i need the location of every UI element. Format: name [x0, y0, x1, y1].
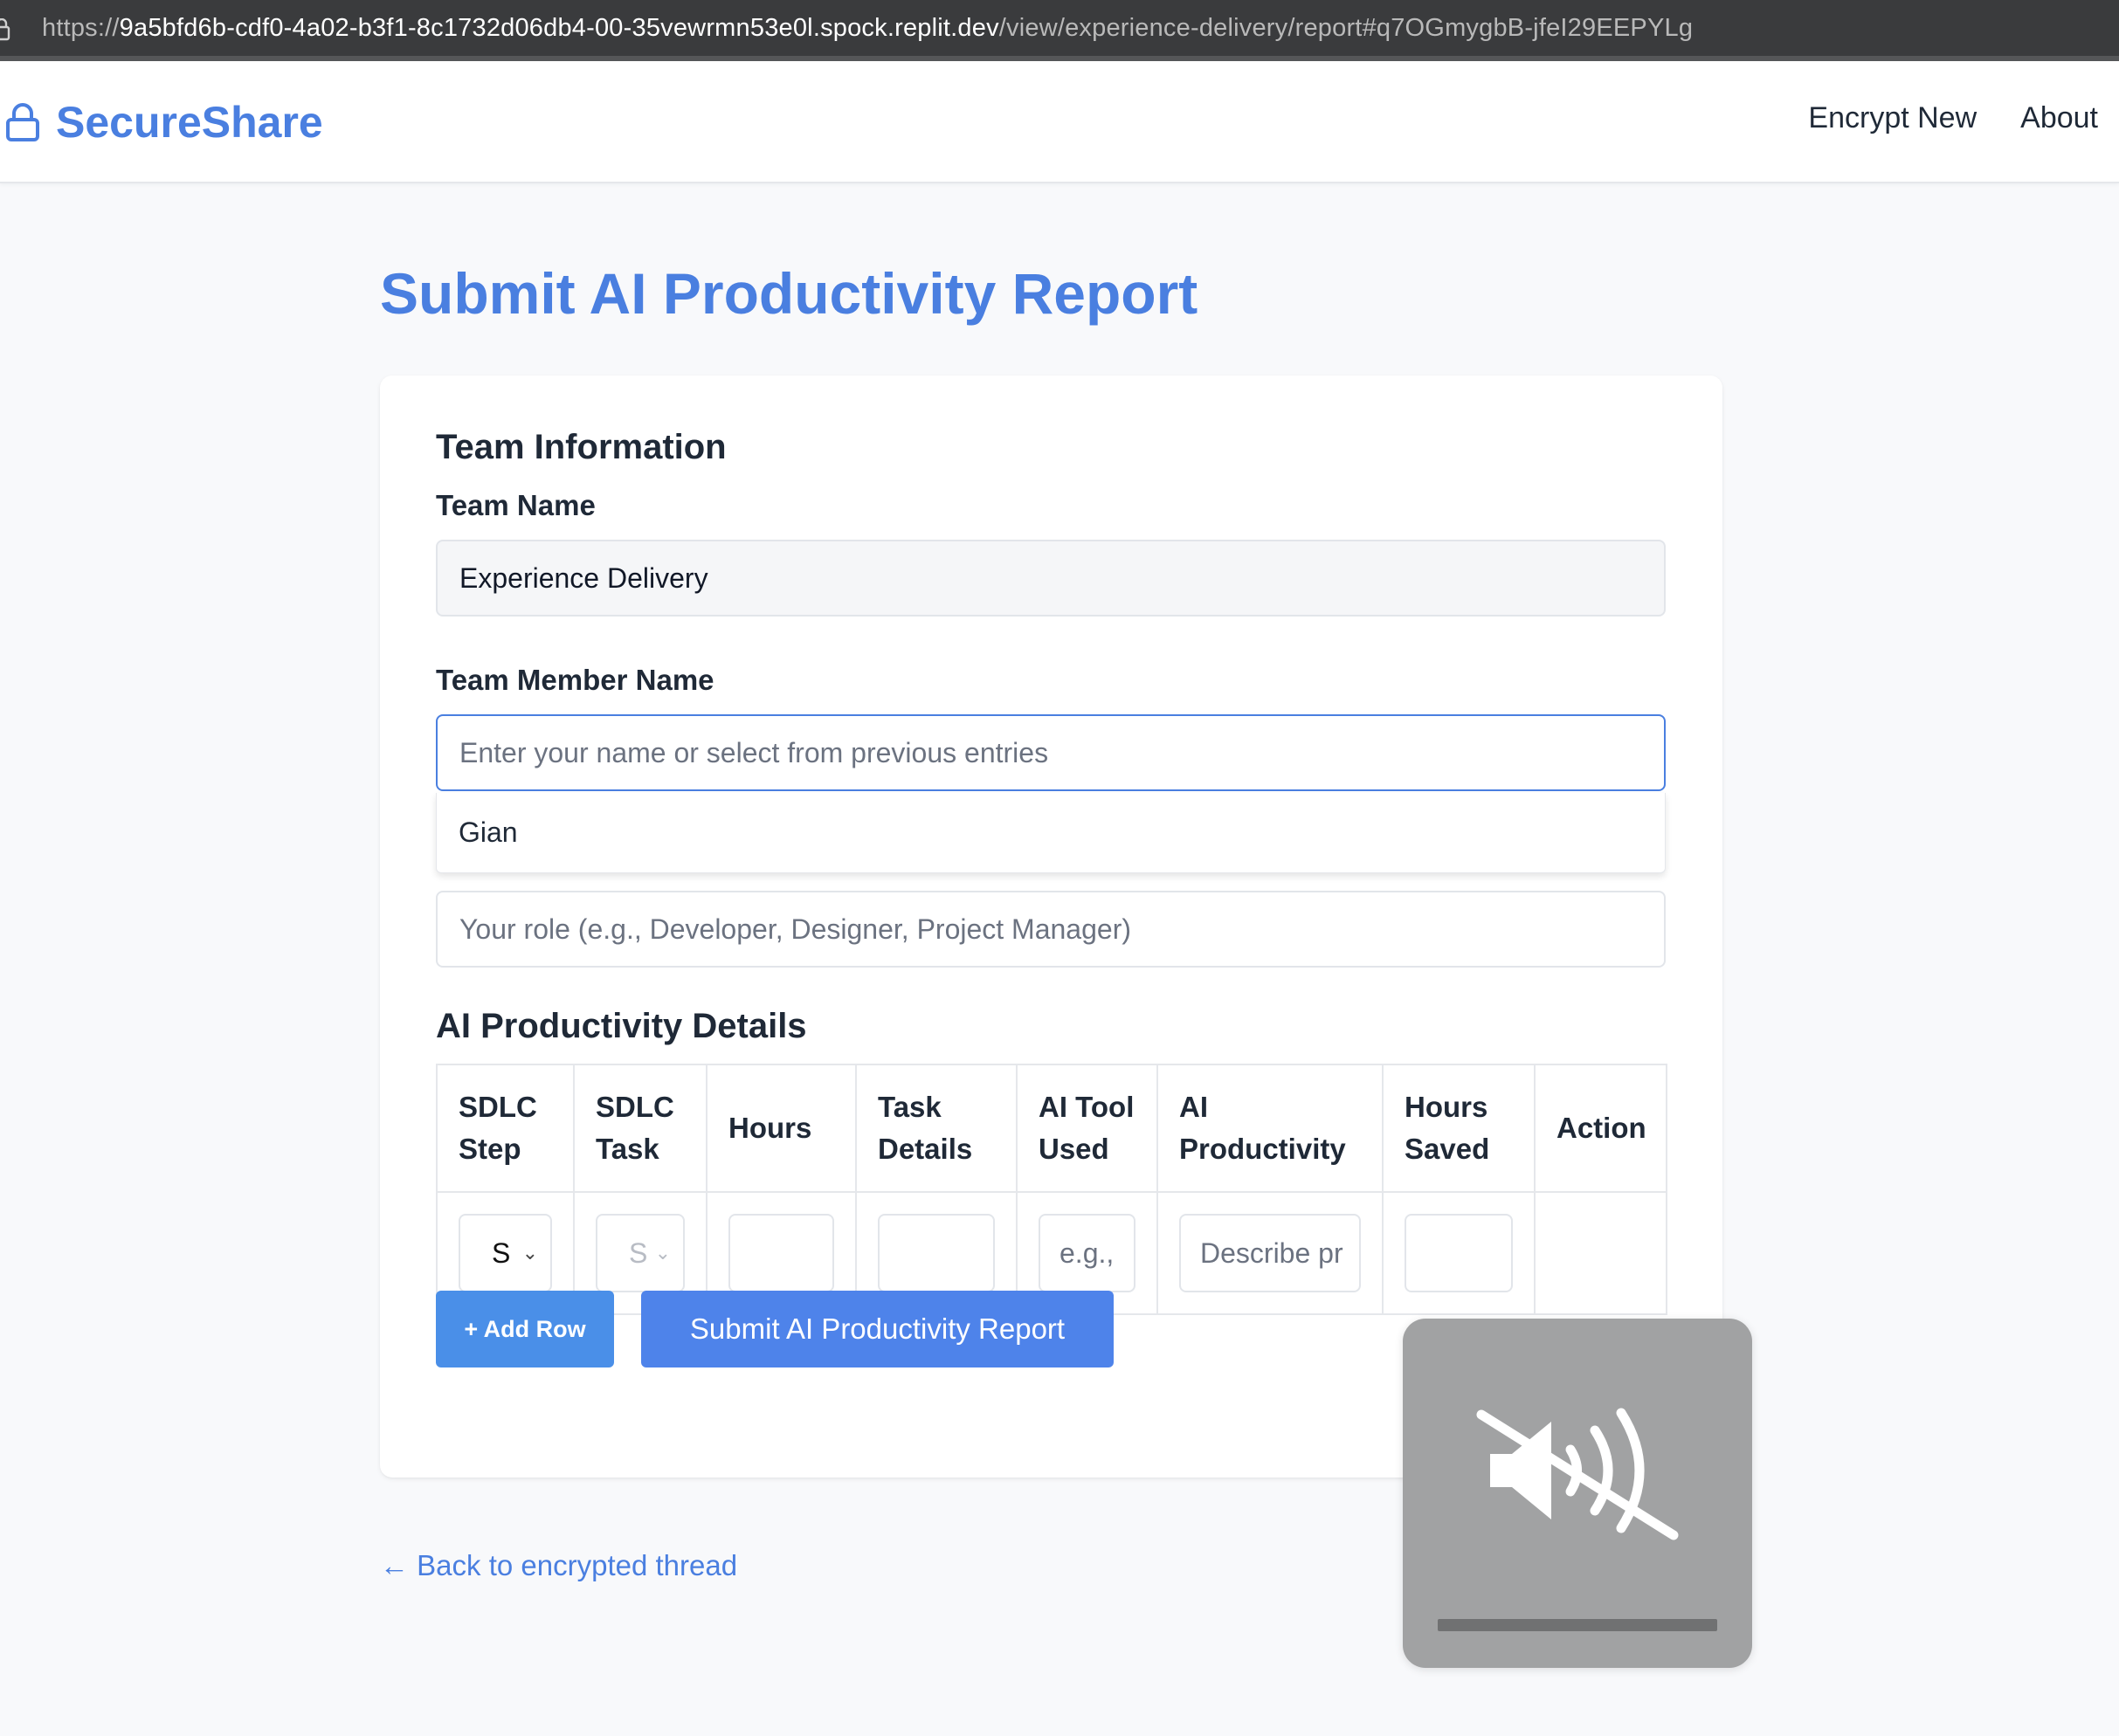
submit-report-button[interactable]: Submit AI Productivity Report	[641, 1291, 1114, 1367]
sdlc-task-value: S	[629, 1237, 648, 1269]
url-host: 9a5bfd6b-cdf0-4a02-b3f1-8c1732d06db4-00-…	[119, 14, 999, 42]
volume-osd	[1403, 1319, 1752, 1668]
browser-url-bar[interactable]: https://9a5bfd6b-cdf0-4a02-b3f1-8c1732d0…	[0, 0, 2119, 61]
nav-link-encrypt-new[interactable]: Encrypt New	[1808, 101, 1977, 135]
team-member-label: Team Member Name	[436, 664, 714, 696]
member-suggestion-item[interactable]: Gian	[459, 816, 518, 849]
cell-hours-saved	[1382, 1191, 1536, 1315]
col-header-task-details: Task Details	[855, 1064, 1018, 1193]
add-row-button[interactable]: + Add Row	[436, 1291, 614, 1367]
hours-input[interactable]	[728, 1214, 834, 1292]
nav-link-about[interactable]: About	[2020, 101, 2098, 135]
col-header-ai-tool: AI Tool Used	[1016, 1064, 1158, 1193]
sdlc-step-select[interactable]: S ⌄	[459, 1214, 552, 1292]
url-text[interactable]: https://9a5bfd6b-cdf0-4a02-b3f1-8c1732d0…	[42, 14, 1693, 43]
back-to-thread-link[interactable]: ← Back to encrypted thread	[380, 1549, 737, 1582]
brand-name: SecureShare	[56, 98, 323, 147]
sdlc-task-select[interactable]: S ⌄	[596, 1214, 685, 1292]
member-suggestion-dropdown: Gian	[436, 793, 1666, 873]
role-placeholder: Your role (e.g., Developer, Designer, Pr…	[459, 913, 1131, 945]
url-path: /view/experience-delivery/report#q7OGmyg…	[998, 14, 1694, 42]
brand-link[interactable]: SecureShare	[5, 96, 323, 148]
col-header-ai-productivity: AI Productivity	[1156, 1064, 1384, 1193]
team-member-placeholder: Enter your name or select from previous …	[459, 736, 1049, 768]
ai-productivity-input[interactable]: Describe pr	[1179, 1214, 1361, 1292]
cell-ai-productivity: Describe pr	[1156, 1191, 1384, 1315]
cell-action	[1534, 1191, 1667, 1315]
ai-productivity-placeholder: Describe pr	[1200, 1237, 1343, 1269]
chevron-down-icon: ⌄	[654, 1242, 671, 1264]
col-header-hours-saved: Hours Saved	[1382, 1064, 1536, 1193]
volume-level-bar	[1438, 1619, 1717, 1631]
team-name-input[interactable]: Experience Delivery	[436, 540, 1666, 617]
page-title: Submit AI Productivity Report	[380, 261, 1198, 326]
page-info-icon[interactable]	[0, 18, 10, 41]
productivity-table: SDLC Step SDLC Task Hours Task Details AI T…	[436, 1064, 1667, 1315]
ai-details-heading: AI Productivity Details	[436, 1007, 807, 1045]
chevron-down-icon: ⌄	[521, 1242, 538, 1264]
col-header-sdlc-step: SDLC Step	[436, 1064, 575, 1193]
team-info-heading: Team Information	[436, 428, 727, 466]
col-header-sdlc-task: SDLC Task	[573, 1064, 707, 1193]
col-header-hours: Hours	[706, 1064, 857, 1193]
nav-links: Encrypt New About	[1808, 101, 2098, 135]
role-input[interactable]: Your role (e.g., Developer, Designer, Pr…	[436, 891, 1666, 968]
team-name-value: Experience Delivery	[459, 561, 708, 594]
team-name-label: Team Name	[436, 489, 596, 521]
lock-icon	[6, 103, 39, 141]
col-header-action: Action	[1534, 1064, 1667, 1193]
ai-tool-placeholder: e.g.,	[1060, 1237, 1115, 1269]
team-member-input[interactable]: Enter your name or select from previous …	[436, 714, 1666, 791]
top-navbar: SecureShare Encrypt New About	[0, 61, 2119, 183]
url-protocol: https://	[42, 14, 120, 42]
report-form-card: Team Information Team Name Experience De…	[380, 375, 1722, 1478]
task-details-input[interactable]	[878, 1214, 995, 1292]
table-header-row: SDLC Step SDLC Task Hours Task Details AI T…	[436, 1064, 1667, 1193]
speaker-muted-icon	[1476, 1408, 1679, 1540]
ai-tool-input[interactable]: e.g.,	[1039, 1214, 1135, 1292]
sdlc-step-value: S	[492, 1237, 511, 1269]
hours-saved-input[interactable]	[1405, 1214, 1513, 1292]
